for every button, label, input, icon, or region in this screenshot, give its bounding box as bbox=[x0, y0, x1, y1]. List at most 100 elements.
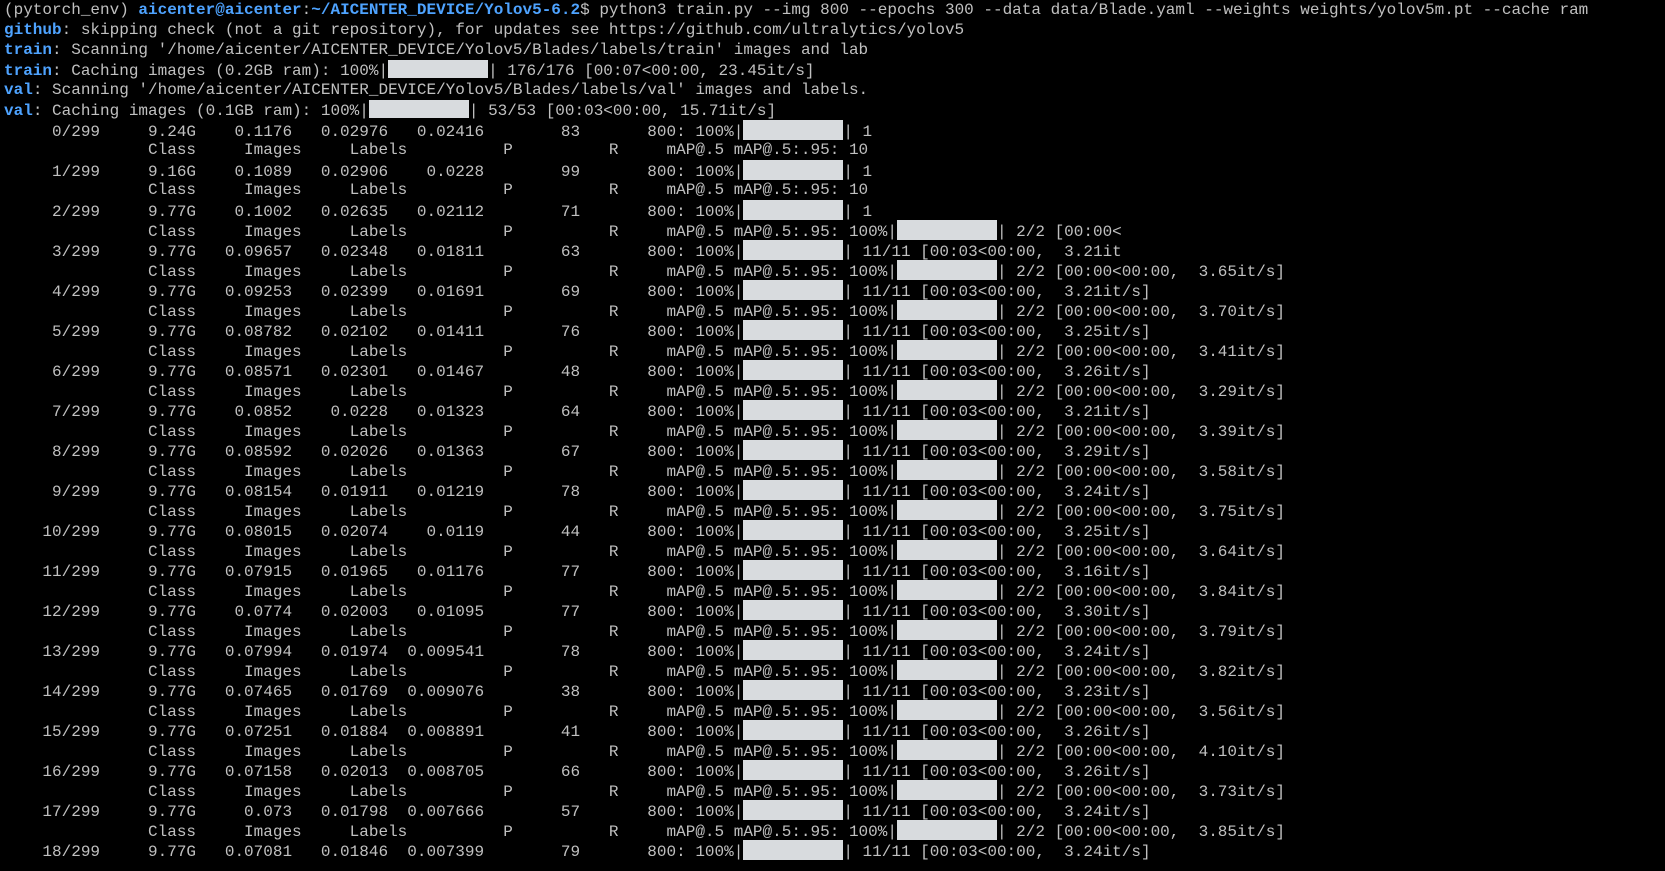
working-directory: ~/AICENTER_DEVICE/Yolov5-6.2 bbox=[311, 1, 581, 19]
epoch-train-progress: | 11/11 [00:03<00:00, 3.26it/s] bbox=[843, 723, 1151, 741]
epoch-val-header: Class Images Labels P R mAP@.5 mAP@.5:.9… bbox=[4, 703, 897, 721]
progress-bar bbox=[896, 700, 997, 720]
epoch-val-progress: | 2/2 [00:00<00:00, 3.73it/s] bbox=[996, 783, 1285, 801]
progress-bar bbox=[896, 580, 997, 600]
epoch-val-header: Class Images Labels P R mAP@.5 mAP@.5:.9… bbox=[4, 223, 897, 241]
val-cache-line: val: Caching images (0.1GB ram): 100%| | … bbox=[4, 100, 1665, 120]
epoch-val-line: Class Images Labels P R mAP@.5 mAP@.5:.9… bbox=[4, 660, 1665, 681]
progress-bar bbox=[896, 540, 997, 560]
progress-bar bbox=[896, 740, 997, 760]
progress-bar bbox=[743, 280, 844, 300]
progress-bar bbox=[743, 560, 844, 580]
epoch-val-line: Class Images Labels P R mAP@.5 mAP@.5:.9… bbox=[4, 780, 1665, 801]
epoch-train-progress: | 11/11 [00:03<00:00, 3.21it/s] bbox=[843, 403, 1151, 421]
train-tag: train bbox=[4, 41, 53, 59]
epoch-train-line: 1/299 9.16G 0.1089 0.02906 0.0228 99 800… bbox=[4, 160, 1665, 181]
epoch-val-header: Class Images Labels P R mAP@.5 mAP@.5:.9… bbox=[4, 343, 897, 361]
epoch-log: 0/299 9.24G 0.1176 0.02976 0.02416 83 80… bbox=[4, 120, 1665, 861]
epoch-val-line: Class Images Labels P R mAP@.5 mAP@.5:.9… bbox=[4, 820, 1665, 841]
epoch-train-stats: 9/299 9.77G 0.08154 0.01911 0.01219 78 8… bbox=[4, 483, 744, 501]
epoch-train-line: 0/299 9.24G 0.1176 0.02976 0.02416 83 80… bbox=[4, 120, 1665, 141]
epoch-val-line: Class Images Labels P R mAP@.5 mAP@.5:.9… bbox=[4, 460, 1665, 481]
epoch-val-header: Class Images Labels P R mAP@.5 mAP@.5:.9… bbox=[4, 783, 897, 801]
epoch-train-stats: 7/299 9.77G 0.0852 0.0228 0.01323 64 800… bbox=[4, 403, 744, 421]
epoch-val-line: Class Images Labels P R mAP@.5 mAP@.5:.9… bbox=[4, 260, 1665, 281]
progress-bar bbox=[743, 120, 844, 140]
epoch-train-line: 3/299 9.77G 0.09657 0.02348 0.01811 63 8… bbox=[4, 240, 1665, 261]
epoch-val-progress: | 2/2 [00:00<00:00, 3.84it/s] bbox=[996, 583, 1285, 601]
epoch-train-progress: | 11/11 [00:03<00:00, 3.23it/s] bbox=[843, 683, 1151, 701]
epoch-train-progress: | 11/11 [00:03<00:00, 3.25it/s] bbox=[843, 323, 1151, 341]
epoch-train-line: 16/299 9.77G 0.07158 0.02013 0.008705 66… bbox=[4, 760, 1665, 781]
progress-bar bbox=[743, 760, 844, 780]
epoch-val-header: Class Images Labels P R mAP@.5 mAP@.5:.9… bbox=[4, 823, 897, 841]
epoch-val-progress: | 2/2 [00:00<00:00, 3.58it/s] bbox=[996, 463, 1285, 481]
epoch-train-stats: 8/299 9.77G 0.08592 0.02026 0.01363 67 8… bbox=[4, 443, 744, 461]
epoch-train-progress: | 11/11 [00:03<00:00, 3.21it bbox=[843, 243, 1122, 261]
progress-bar bbox=[896, 300, 997, 320]
epoch-val-progress: | 2/2 [00:00<00:00, 3.85it/s] bbox=[996, 823, 1285, 841]
github-tag: github bbox=[4, 21, 62, 39]
epoch-val-progress: | 2/2 [00:00<00:00, 3.65it/s] bbox=[996, 263, 1285, 281]
epoch-train-line: 18/299 9.77G 0.07081 0.01846 0.007399 79… bbox=[4, 840, 1665, 861]
epoch-val-line: Class Images Labels P R mAP@.5 mAP@.5:.9… bbox=[4, 180, 1665, 200]
progress-bar bbox=[896, 820, 997, 840]
epoch-val-header: Class Images Labels P R mAP@.5 mAP@.5:.9… bbox=[4, 623, 897, 641]
val-scan-message: : Scanning '/home/aicenter/AICENTER_DEVI… bbox=[32, 81, 869, 99]
epoch-train-progress: | 1 bbox=[843, 123, 873, 141]
epoch-train-line: 14/299 9.77G 0.07465 0.01769 0.009076 38… bbox=[4, 680, 1665, 701]
epoch-train-progress: | 1 bbox=[843, 163, 873, 181]
epoch-train-stats: 16/299 9.77G 0.07158 0.02013 0.008705 66… bbox=[4, 763, 744, 781]
epoch-train-progress: | 11/11 [00:03<00:00, 3.24it/s] bbox=[843, 483, 1151, 501]
epoch-train-line: 8/299 9.77G 0.08592 0.02026 0.01363 67 8… bbox=[4, 440, 1665, 461]
train-scan-line: train: Scanning '/home/aicenter/AICENTER… bbox=[4, 40, 1665, 60]
progress-bar bbox=[896, 420, 997, 440]
epoch-train-line: 9/299 9.77G 0.08154 0.01911 0.01219 78 8… bbox=[4, 480, 1665, 501]
progress-bar bbox=[896, 260, 997, 280]
epoch-train-line: 11/299 9.77G 0.07915 0.01965 0.01176 77 … bbox=[4, 560, 1665, 581]
epoch-train-line: 7/299 9.77G 0.0852 0.0228 0.01323 64 800… bbox=[4, 400, 1665, 421]
epoch-train-stats: 17/299 9.77G 0.073 0.01798 0.007666 57 8… bbox=[4, 803, 744, 821]
epoch-val-progress: | 2/2 [00:00<00:00, 3.56it/s] bbox=[996, 703, 1285, 721]
epoch-val-header: Class Images Labels P R mAP@.5 mAP@.5:.9… bbox=[4, 383, 897, 401]
val-tag: val bbox=[4, 102, 33, 120]
env-label: (pytorch_env) bbox=[4, 1, 139, 19]
train-cache-line: train: Caching images (0.2GB ram): 100%|… bbox=[4, 60, 1665, 80]
progress-bar bbox=[896, 780, 997, 800]
epoch-train-line: 5/299 9.77G 0.08782 0.02102 0.01411 76 8… bbox=[4, 320, 1665, 341]
epoch-val-line: Class Images Labels P R mAP@.5 mAP@.5:.9… bbox=[4, 140, 1665, 160]
epoch-val-header: Class Images Labels P R mAP@.5 mAP@.5:.9… bbox=[4, 743, 897, 761]
epoch-train-stats: 14/299 9.77G 0.07465 0.01769 0.009076 38… bbox=[4, 683, 744, 701]
prompt-separator: : bbox=[301, 1, 312, 19]
epoch-train-progress: | 11/11 [00:03<00:00, 3.24it/s] bbox=[843, 803, 1151, 821]
progress-bar bbox=[743, 360, 844, 380]
val-tag: val bbox=[4, 81, 33, 99]
progress-bar bbox=[896, 380, 997, 400]
train-tag: train bbox=[4, 62, 53, 80]
epoch-val-header: Class Images Labels P R mAP@.5 mAP@.5:.9… bbox=[4, 583, 897, 601]
epoch-val-line: Class Images Labels P R mAP@.5 mAP@.5:.9… bbox=[4, 500, 1665, 521]
epoch-val-line: Class Images Labels P R mAP@.5 mAP@.5:.9… bbox=[4, 580, 1665, 601]
epoch-train-progress: | 11/11 [00:03<00:00, 3.29it/s] bbox=[843, 443, 1151, 461]
epoch-val-line: Class Images Labels P R mAP@.5 mAP@.5:.9… bbox=[4, 220, 1665, 241]
epoch-val-header: Class Images Labels P R mAP@.5 mAP@.5:.9… bbox=[4, 141, 869, 159]
epoch-train-stats: 10/299 9.77G 0.08015 0.02074 0.0119 44 8… bbox=[4, 523, 744, 541]
github-message: : skipping check (not a git repository),… bbox=[61, 21, 965, 39]
epoch-train-stats: 18/299 9.77G 0.07081 0.01846 0.007399 79… bbox=[4, 843, 744, 861]
progress-bar bbox=[743, 240, 844, 260]
epoch-train-stats: 4/299 9.77G 0.09253 0.02399 0.01691 69 8… bbox=[4, 283, 744, 301]
epoch-train-progress: | 1 bbox=[843, 203, 873, 221]
epoch-train-progress: | 11/11 [00:03<00:00, 3.25it/s] bbox=[843, 523, 1151, 541]
epoch-train-stats: 1/299 9.16G 0.1089 0.02906 0.0228 99 800… bbox=[4, 163, 744, 181]
val-cache-suffix: | 53/53 [00:03<00:00, 15.71it/s] bbox=[468, 102, 777, 120]
epoch-val-line: Class Images Labels P R mAP@.5 mAP@.5:.9… bbox=[4, 620, 1665, 641]
epoch-val-line: Class Images Labels P R mAP@.5 mAP@.5:.9… bbox=[4, 380, 1665, 401]
epoch-val-progress: | 2/2 [00:00<00:00, 4.10it/s] bbox=[996, 743, 1285, 761]
terminal-window[interactable]: (pytorch_env) aicenter@aicenter:~/AICENT… bbox=[0, 0, 1665, 871]
epoch-train-line: 17/299 9.77G 0.073 0.01798 0.007666 57 8… bbox=[4, 800, 1665, 821]
epoch-train-line: 2/299 9.77G 0.1002 0.02635 0.02112 71 80… bbox=[4, 200, 1665, 221]
progress-bar bbox=[743, 440, 844, 460]
epoch-val-line: Class Images Labels P R mAP@.5 mAP@.5:.9… bbox=[4, 300, 1665, 321]
epoch-train-line: 4/299 9.77G 0.09253 0.02399 0.01691 69 8… bbox=[4, 280, 1665, 301]
train-cache-prefix: : Caching images (0.2GB ram): 100%| bbox=[52, 62, 389, 80]
